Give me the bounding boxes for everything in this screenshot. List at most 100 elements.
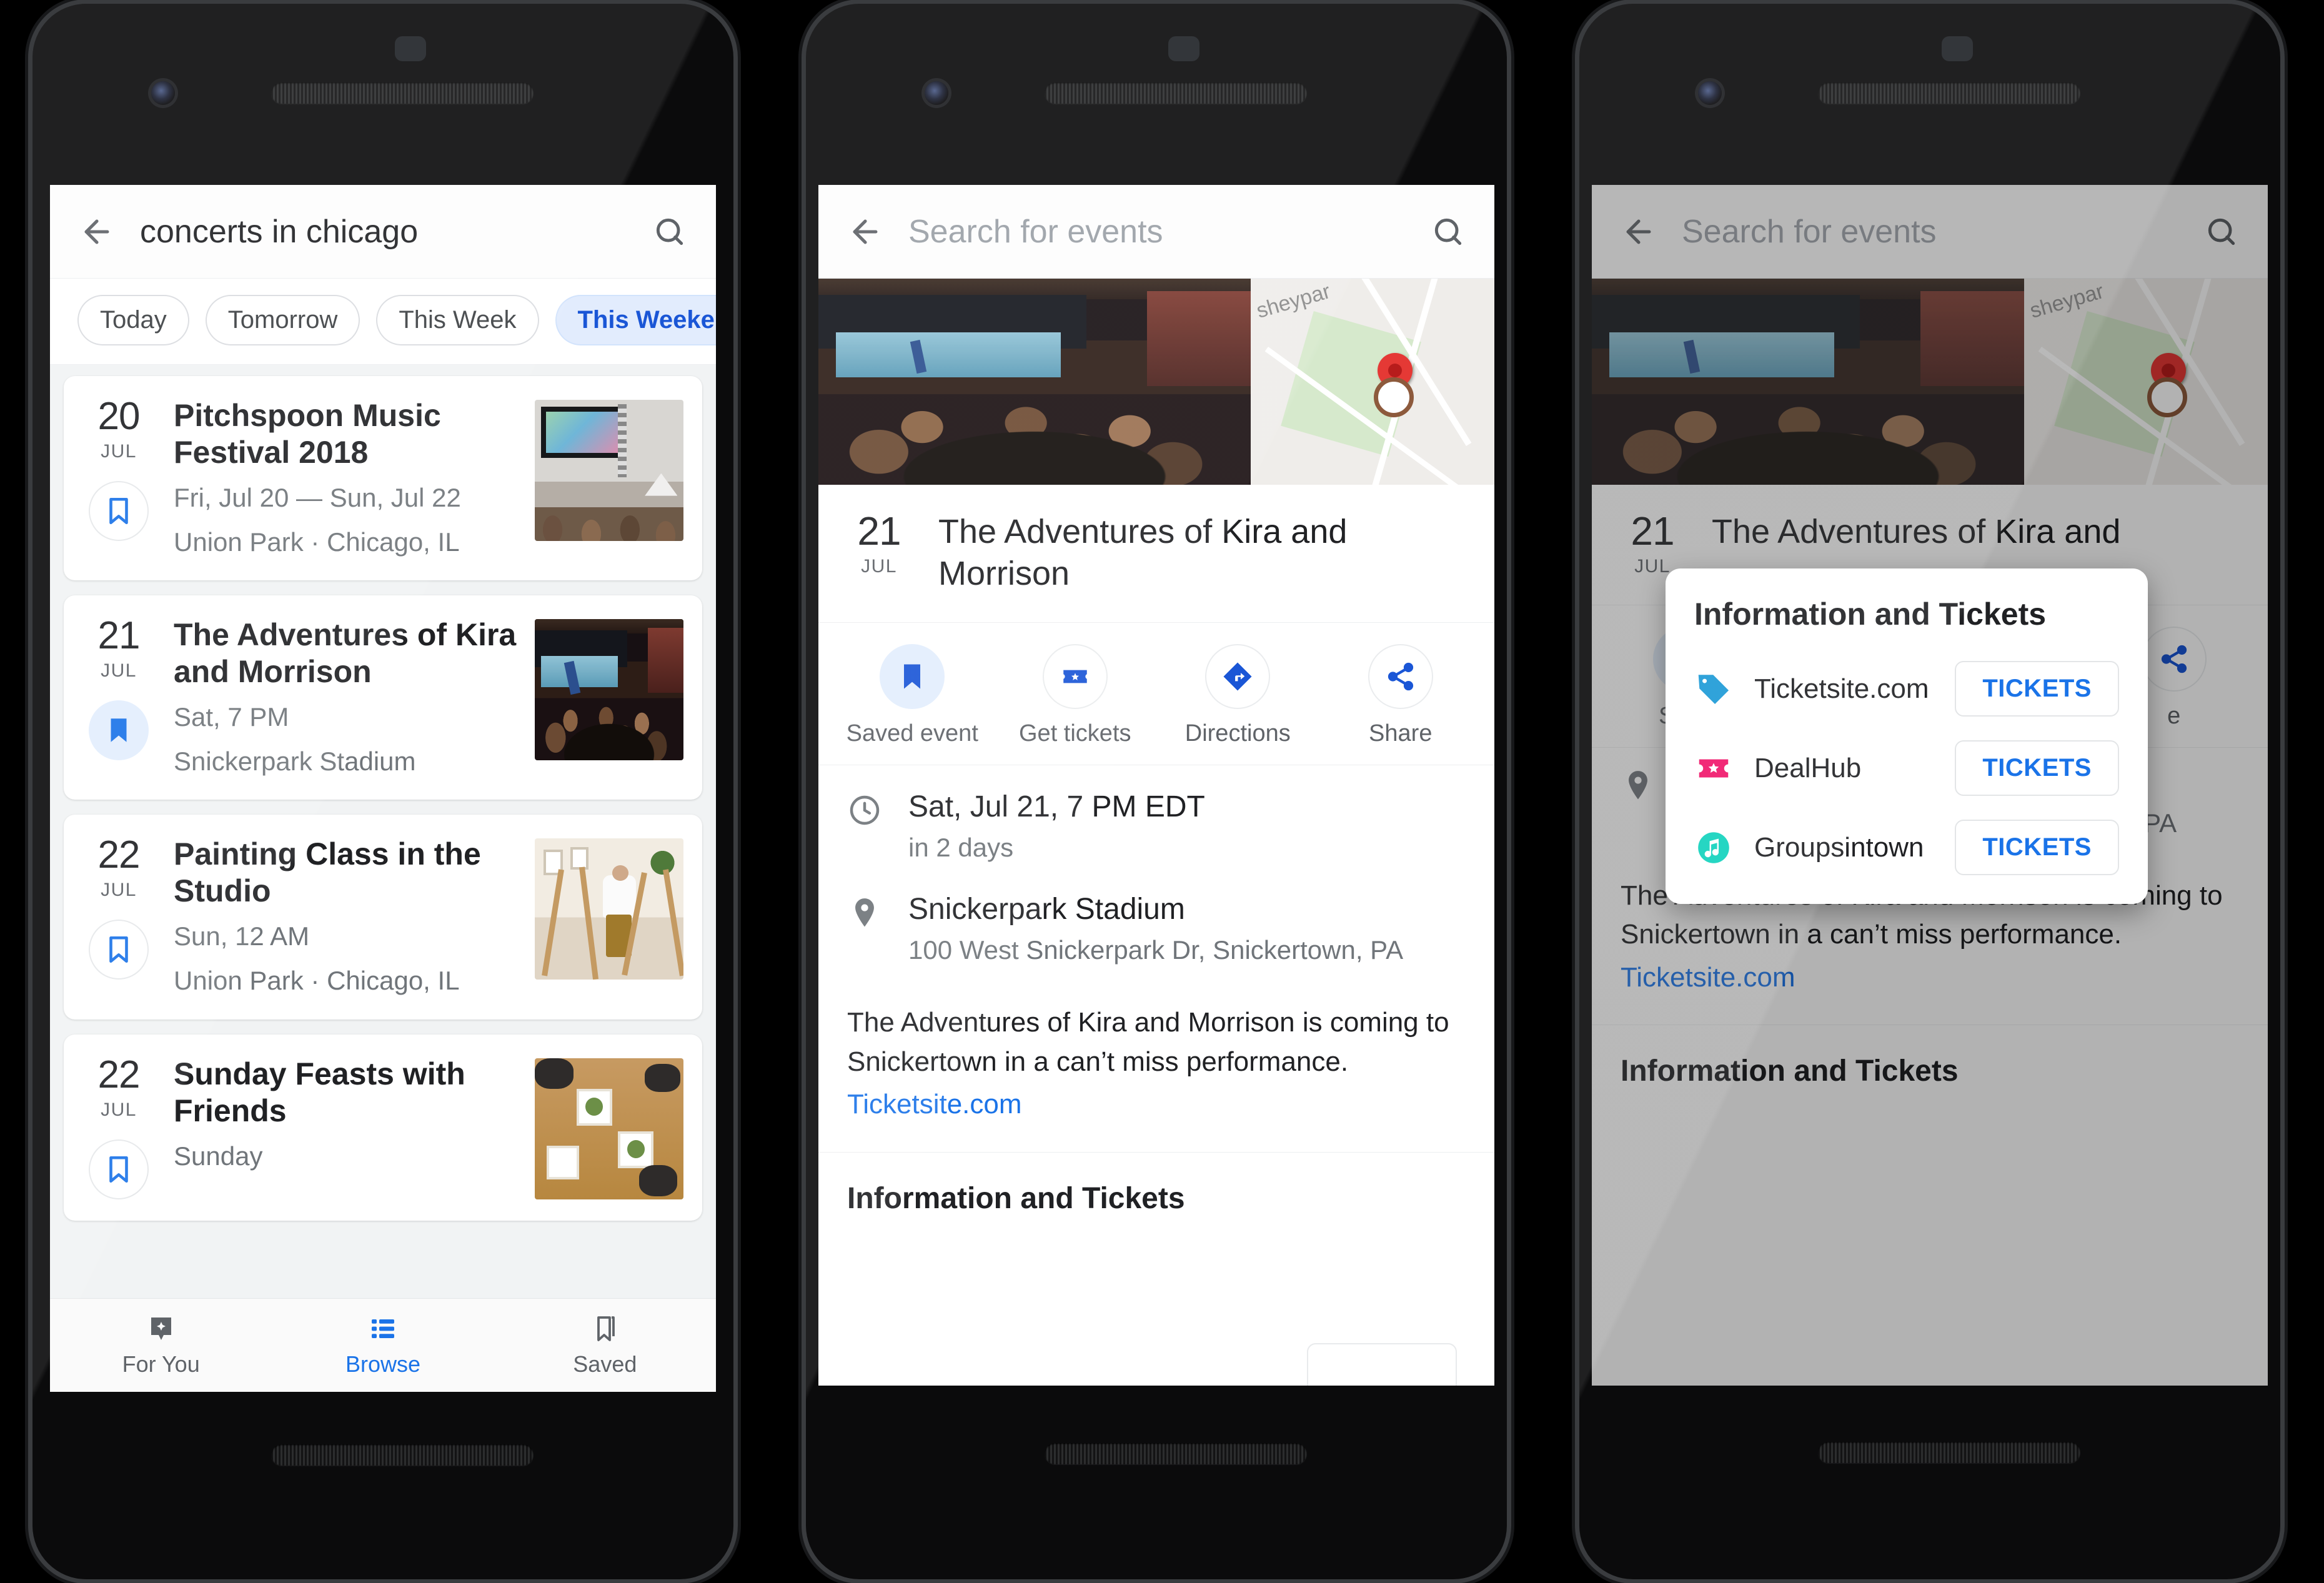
search-icon[interactable] <box>1431 214 1466 249</box>
action-saved-event[interactable]: Saved event <box>831 643 994 747</box>
list-icon <box>371 1319 394 1338</box>
nav-saved[interactable]: Saved <box>494 1299 716 1392</box>
event-info: Pitchspoon Music Festival 2018 Fri, Jul … <box>174 397 519 559</box>
bottom-speaker <box>1818 1442 2080 1463</box>
partial-ticket-button[interactable] <box>1307 1343 1457 1386</box>
venue-map[interactable]: sheypar <box>1251 279 1494 485</box>
event-card[interactable]: 22 JUL Painting Class in the Studio Sun,… <box>64 815 702 1020</box>
chip-this-week[interactable]: This Week <box>376 295 539 345</box>
event-day: 20 <box>97 395 141 438</box>
event-date-text: Sun, 12 AM <box>174 921 310 951</box>
event-date: 21 JUL <box>80 617 157 778</box>
bookmark-outline-icon <box>109 936 128 963</box>
venue-address: 100 West Snickerpark Dr, Snickertown, PA <box>908 935 1404 965</box>
search-icon[interactable] <box>652 214 687 249</box>
nav-browse[interactable]: Browse <box>272 1299 494 1392</box>
event-title: The Adventures of Kira and Morrison <box>174 617 517 690</box>
event-venue-text: Union Park · Chicago, IL <box>174 527 460 557</box>
saved-event-button[interactable] <box>880 643 945 709</box>
date-filter-chips: Today Tomorrow This Week This Weekend <box>50 279 716 365</box>
event-date-text: Fri, Jul 20 — Sun, Jul 22 <box>174 483 461 512</box>
chip-this-weekend[interactable]: This Weekend <box>555 295 716 345</box>
earpiece-speaker <box>1045 82 1307 104</box>
event-date: 20 JUL <box>80 397 157 559</box>
description-source-link[interactable]: Ticketsite.com <box>847 1085 1466 1124</box>
nav-label: Saved <box>573 1351 637 1377</box>
get-tickets-button[interactable] <box>1042 643 1108 709</box>
event-date: 22 JUL <box>80 836 157 998</box>
proximity-sensor <box>1168 36 1199 61</box>
event-card[interactable]: 21 JUL The Adventures of Kira and Morris… <box>64 595 702 800</box>
action-share[interactable]: Share <box>1319 643 1482 747</box>
event-date-text: Sunday <box>174 1141 263 1171</box>
dialog-title: Information and Tickets <box>1694 597 2047 632</box>
event-info: Painting Class in the Studio Sun, 12 AM … <box>174 836 519 998</box>
event-date: 21 JUL <box>845 511 913 577</box>
event-list: 20 JUL Pitchspoon Music Festival 2018 Fr… <box>50 365 716 1298</box>
back-arrow-icon[interactable] <box>79 214 115 250</box>
vendor-tickets-button[interactable]: TICKETS <box>1955 661 2119 717</box>
event-card[interactable]: 22 JUL Sunday Feasts with Friends Sunday <box>64 1034 702 1221</box>
proximity-sensor <box>395 36 426 61</box>
phone-device-2: Search for events sheypar 21 JUL The Adv… <box>806 4 1507 1579</box>
bottom-speaker <box>271 1444 534 1466</box>
bookmark-toggle[interactable] <box>89 700 149 761</box>
event-day: 21 <box>97 614 141 658</box>
action-directions[interactable]: Directions <box>1156 643 1319 747</box>
bookmark-toggle[interactable] <box>89 481 149 541</box>
vendor-tickets-button[interactable]: TICKETS <box>1955 820 2119 875</box>
chip-tomorrow[interactable]: Tomorrow <box>205 295 360 345</box>
event-relative-time: in 2 days <box>908 833 1014 863</box>
phone2-screen: Search for events sheypar 21 JUL The Adv… <box>818 185 1494 1386</box>
bookmark-toggle[interactable] <box>89 920 149 980</box>
front-camera-icon <box>925 81 948 105</box>
detail-rows: Sat, Jul 21, 7 PM EDT in 2 days Snickerp… <box>818 765 1494 1000</box>
action-get-tickets[interactable]: Get tickets <box>994 643 1157 747</box>
share-button[interactable] <box>1368 643 1433 709</box>
bookmark-outline-icon <box>109 1156 128 1183</box>
event-month: JUL <box>861 556 897 577</box>
event-title: Painting Class in the Studio <box>174 836 481 909</box>
search-bar-1[interactable]: concerts in chicago <box>50 185 716 279</box>
vendor-tickets-button[interactable]: TICKETS <box>1955 740 2119 796</box>
section-heading-info-tickets: Information and Tickets <box>847 1181 1185 1215</box>
event-thumbnail <box>535 1058 683 1199</box>
back-arrow-icon[interactable] <box>847 214 883 250</box>
directions-button[interactable] <box>1205 643 1271 709</box>
phone-device-3: Search for events sheypar 21 JUL The Adv… <box>1579 4 2280 1579</box>
event-datetime: Sat, Jul 21, 7 PM EDT <box>908 790 1205 823</box>
vendor-row: DealHub TICKETS <box>1694 740 2119 796</box>
nav-for-you[interactable]: For You <box>50 1299 272 1392</box>
event-month: JUL <box>101 880 137 901</box>
event-thumbnail <box>535 400 683 541</box>
chip-today[interactable]: Today <box>77 295 189 345</box>
phone1-screen: concerts in chicago Today Tomorrow This … <box>50 185 716 1392</box>
bookmark-outline-icon <box>109 497 128 525</box>
search-input[interactable]: Search for events <box>908 213 1406 251</box>
event-day: 22 <box>97 1053 141 1096</box>
event-date: 22 JUL <box>80 1053 157 1199</box>
phone2-top-bezel <box>806 4 1507 185</box>
event-day: 21 <box>857 509 901 553</box>
front-camera-icon <box>1698 81 1722 105</box>
event-title: Pitchspoon Music Festival 2018 <box>174 398 441 470</box>
event-description: The Adventures of Kira and Morrison is c… <box>818 1000 1494 1153</box>
clock-icon <box>847 789 883 831</box>
event-hero: sheypar <box>818 279 1494 485</box>
event-card[interactable]: 20 JUL Pitchspoon Music Festival 2018 Fr… <box>64 376 702 581</box>
nav-label: For You <box>122 1351 200 1377</box>
event-venue-text: Union Park · Chicago, IL <box>174 965 460 995</box>
vendor-name: Ticketsite.com <box>1754 673 1929 704</box>
bookmarks-icon <box>597 1316 615 1341</box>
event-venue-text: Snickerpark Stadium <box>174 746 416 776</box>
search-bar-2[interactable]: Search for events <box>818 185 1494 279</box>
location-pin-icon <box>847 891 883 933</box>
detail-row-venue[interactable]: Snickerpark Stadium 100 West Snickerpark… <box>847 891 1466 966</box>
earpiece-speaker <box>271 82 534 104</box>
event-month: JUL <box>101 660 137 682</box>
event-info: The Adventures of Kira and Morrison Sat,… <box>174 617 519 778</box>
search-input[interactable]: concerts in chicago <box>140 213 627 251</box>
bookmark-toggle[interactable] <box>89 1139 149 1199</box>
bookmark-filled-icon <box>904 664 921 689</box>
venue-name: Snickerpark Stadium <box>908 892 1185 926</box>
